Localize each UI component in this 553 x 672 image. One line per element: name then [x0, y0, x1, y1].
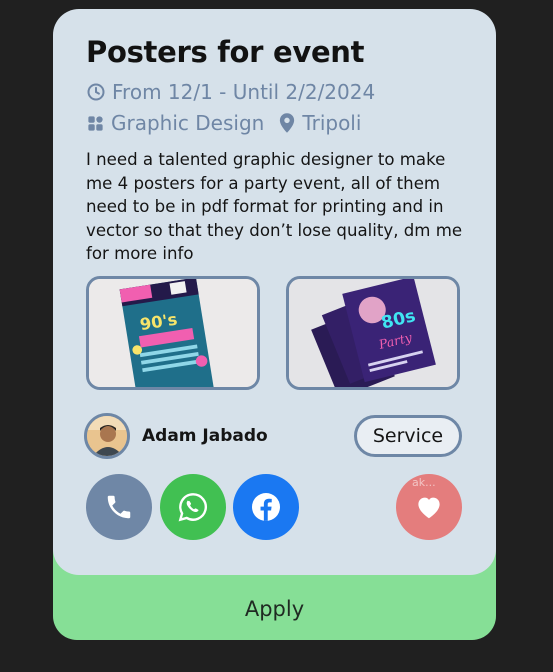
post-dates-text: From 12/1 - Until 2/2/2024 — [112, 80, 376, 104]
heart-icon — [418, 497, 440, 519]
post-meta: Graphic Design Tripoli — [86, 111, 361, 135]
service-badge-button[interactable]: Service — [354, 415, 462, 457]
favorite-hint: ak... — [412, 476, 436, 489]
facebook-icon — [252, 493, 280, 521]
poster-image-1[interactable]: 90's — [86, 276, 260, 390]
user-photo-icon — [87, 416, 127, 456]
poster-image-2[interactable]: 80s Party — [286, 276, 460, 390]
post-dates: From 12/1 - Until 2/2/2024 — [86, 80, 375, 104]
facebook-button[interactable] — [233, 474, 299, 540]
post-description: I need a talented graphic designer to ma… — [86, 150, 463, 263]
phone-icon — [107, 495, 131, 519]
category-grid-icon — [88, 115, 103, 131]
poster-80s-party-icon: 80s Party — [289, 279, 457, 387]
author-name[interactable]: Adam Jabado — [142, 426, 268, 446]
location-pin-icon — [280, 113, 295, 133]
post-category: Graphic Design — [111, 111, 265, 135]
post-location: Tripoli — [278, 111, 361, 135]
whatsapp-icon — [178, 493, 207, 522]
call-button[interactable] — [86, 474, 152, 540]
avatar[interactable] — [84, 413, 130, 459]
post-title: Posters for event — [86, 35, 365, 69]
poster-90s-icon: 90's — [89, 279, 257, 387]
post-location-text: Tripoli — [302, 111, 362, 135]
post-card: Posters for event From 12/1 - Until 2/2/… — [53, 9, 496, 575]
whatsapp-button[interactable] — [160, 474, 226, 540]
clock-icon — [87, 83, 105, 101]
apply-label: Apply — [244, 597, 305, 621]
